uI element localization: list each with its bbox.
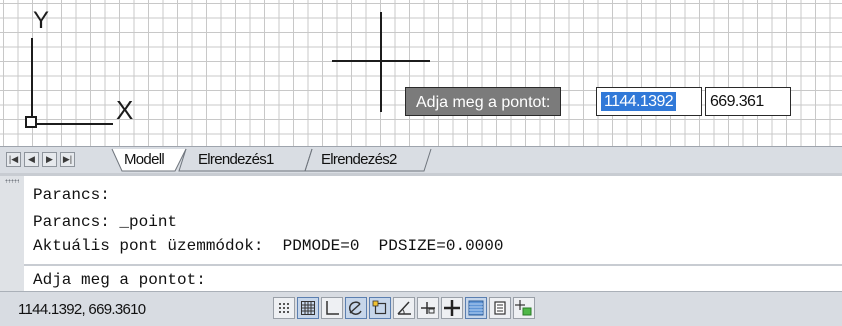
command-separator [24, 264, 842, 266]
ducs-icon[interactable] [417, 297, 439, 319]
dyn-icon[interactable] [441, 297, 463, 319]
command-line-grip[interactable] [0, 176, 24, 294]
lineweight-icon[interactable] [465, 297, 487, 319]
command-history-line: Aktuális pont üzemmódok: PDMODE=0 PDSIZE… [33, 237, 504, 255]
otrack-icon[interactable] [393, 297, 415, 319]
grid-icon[interactable] [297, 297, 319, 319]
ucs-x-label: X [116, 95, 134, 125]
ucs-y-label: Y [33, 7, 50, 34]
quick-properties-icon[interactable] [489, 297, 511, 319]
command-prompt-input[interactable]: Adja meg a pontot: [33, 271, 206, 289]
dynamic-input-x-value[interactable]: 1144.1392 [601, 92, 677, 111]
tab-elrendezes2[interactable]: Elrendezés2 [321, 150, 397, 172]
osnap-icon[interactable] [369, 297, 391, 319]
selection-cycling-icon[interactable] [513, 297, 535, 319]
dynamic-input-x-field[interactable]: 1144.1392 [596, 87, 702, 116]
status-bar: 1144.1392, 669.3610 [0, 291, 842, 326]
command-history-line: Parancs: [33, 186, 110, 204]
snap-icon[interactable] [273, 297, 295, 319]
tab-elrendezes1[interactable]: Elrendezés1 [198, 150, 274, 172]
command-history-line: Parancs: _point [33, 213, 178, 231]
command-line-window[interactable]: Parancs: Parancs: _point Aktuális pont ü… [0, 173, 842, 294]
layout-tab-bar: |◀ ◀ ▶ ▶| Modell Elrendezés1 Elrendezés2 [0, 146, 842, 173]
ortho-icon[interactable] [321, 297, 343, 319]
polar-icon[interactable] [345, 297, 367, 319]
drawing-canvas[interactable]: Y X Adja meg a pontot: 1144.1392 669.361 [0, 0, 842, 146]
tab-modell[interactable]: Modell [124, 150, 165, 172]
coordinate-readout[interactable]: 1144.1392, 669.3610 [18, 301, 146, 318]
grip-dots-icon [5, 179, 19, 183]
dynamic-input-y-field[interactable]: 669.361 [705, 87, 791, 116]
dynamic-input-prompt: Adja meg a pontot: [405, 87, 562, 116]
